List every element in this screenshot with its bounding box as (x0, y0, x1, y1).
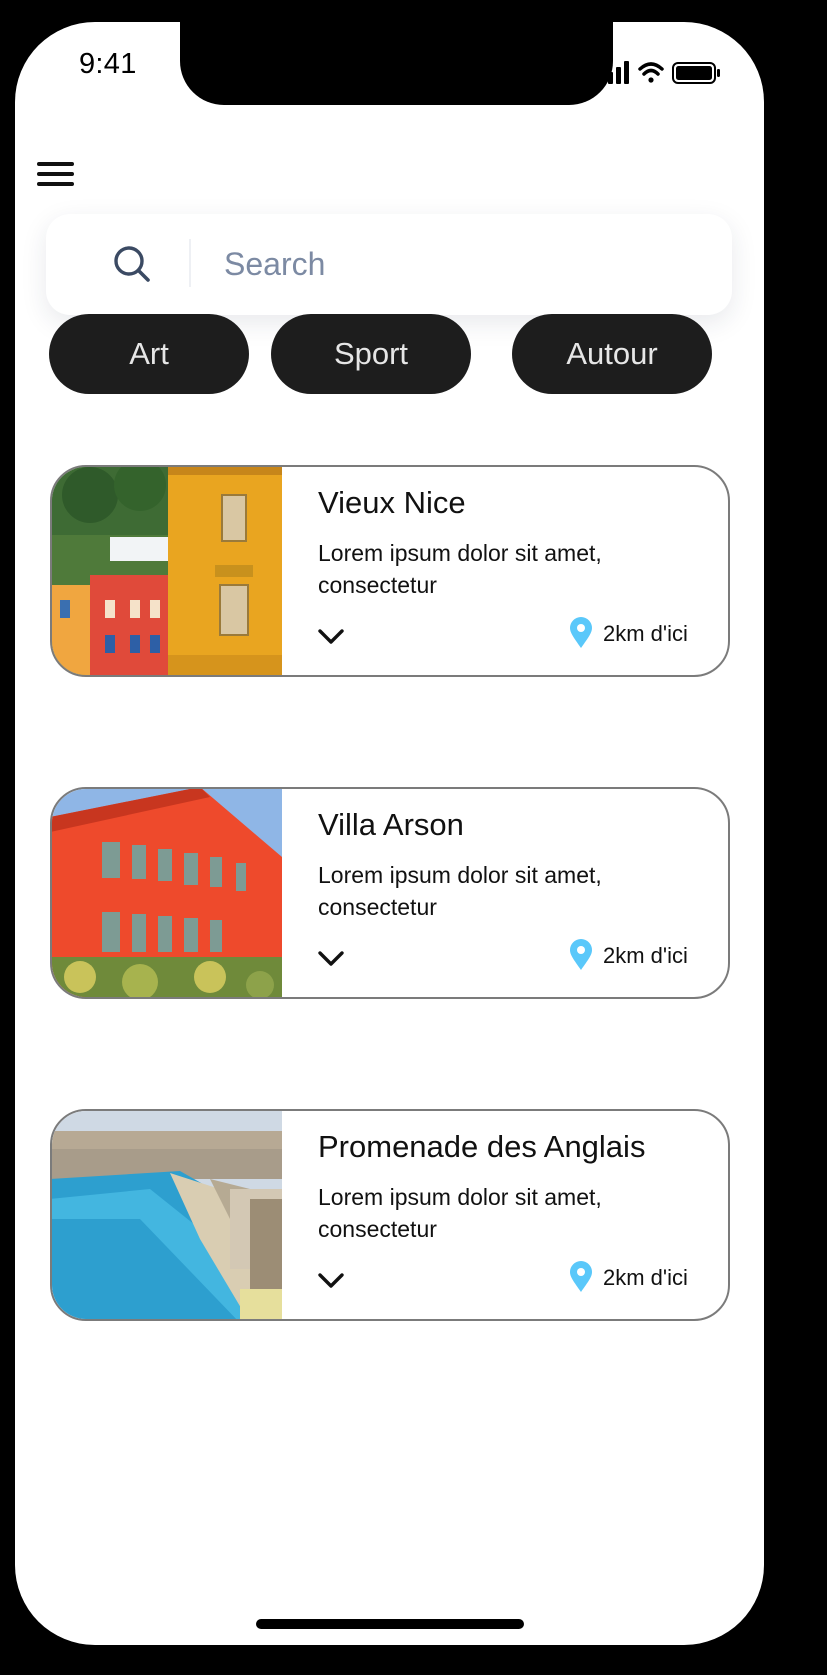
old-town-facades-photo (52, 467, 282, 675)
battery-icon (672, 62, 720, 84)
place-title: Villa Arson (318, 807, 464, 842)
location-pin-icon (570, 1261, 592, 1292)
filter-chip-art[interactable]: Art (49, 314, 249, 394)
place-card[interactable]: Villa Arson Lorem ipsum dolor sit amet, … (50, 787, 730, 999)
filter-chip-autour[interactable]: Autour (512, 314, 712, 394)
place-distance: 2km d'ici (603, 621, 688, 646)
place-description: Lorem ipsum dolor sit amet, consectetur (318, 540, 602, 598)
location-pin-icon (570, 939, 592, 970)
home-indicator[interactable] (256, 1619, 524, 1629)
place-description: Lorem ipsum dolor sit amet, consectetur (318, 862, 602, 920)
device-notch (180, 22, 613, 105)
place-description: Lorem ipsum dolor sit amet, consectetur (318, 1184, 602, 1242)
search-divider (189, 239, 191, 287)
hamburger-menu-icon-line (37, 182, 74, 186)
expand-chevron-down-icon[interactable] (316, 1271, 346, 1291)
place-distance: 2km d'ici (603, 1265, 688, 1290)
search-bar[interactable] (46, 214, 732, 315)
place-title: Vieux Nice (318, 485, 466, 520)
red-villa-photo (52, 789, 282, 997)
phone-screen: 9:41 Art Sport Autour (15, 22, 764, 1645)
status-time: 9:41 (79, 48, 137, 80)
place-card[interactable]: Promenade des Anglais Lorem ipsum dolor … (50, 1109, 730, 1321)
location-pin-icon (570, 617, 592, 648)
hamburger-menu-icon-line (37, 172, 74, 176)
place-distance: 2km d'ici (603, 943, 688, 968)
wifi-icon (638, 62, 664, 83)
place-title: Promenade des Anglais (318, 1129, 646, 1164)
menu-button[interactable] (37, 162, 77, 192)
seafront-bay-photo (52, 1111, 282, 1319)
status-icons (600, 61, 720, 84)
hamburger-menu-icon-line (37, 162, 74, 166)
filter-chip-sport[interactable]: Sport (271, 314, 471, 394)
expand-chevron-down-icon[interactable] (316, 949, 346, 969)
search-input[interactable] (222, 240, 702, 288)
search-icon[interactable] (112, 244, 152, 284)
expand-chevron-down-icon[interactable] (316, 627, 346, 647)
place-card[interactable]: Vieux Nice Lorem ipsum dolor sit amet, c… (50, 465, 730, 677)
signal-icon (600, 61, 629, 84)
